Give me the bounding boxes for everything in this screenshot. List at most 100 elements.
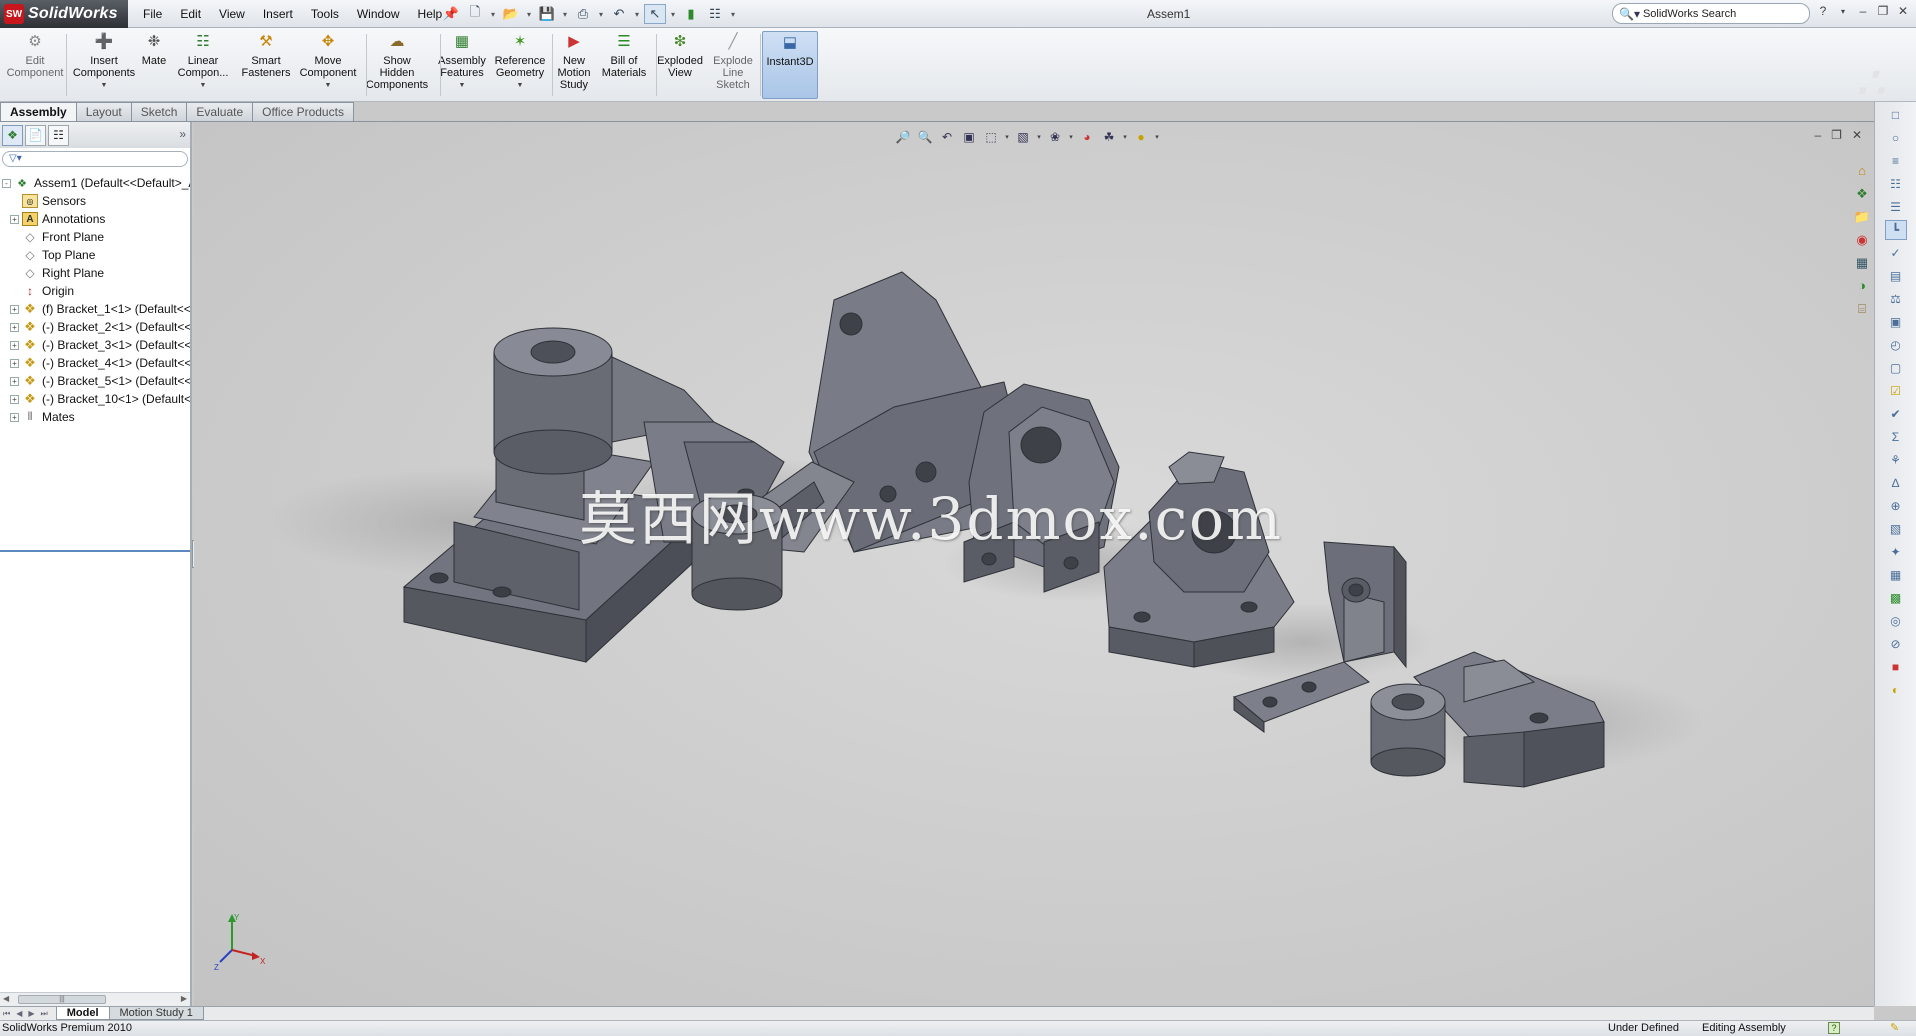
edit-appearance-icon[interactable]: ◕ [1078,128,1096,146]
menu-window[interactable]: Window [348,7,409,21]
expand-icon[interactable]: + [10,322,19,332]
file-explorer-icon[interactable]: 📁 [1852,206,1872,227]
task-pane-icon-24[interactable]: ⊘ [1885,634,1907,654]
tree-filter-input[interactable]: ▽▾ [2,151,188,167]
explode-line-sketch-button[interactable]: ╱ Explode Line Sketch [708,31,758,99]
menu-file[interactable]: File [134,7,171,21]
tree-item-part[interactable]: + ❖ (f) Bracket_1<1> (Default<< [0,300,190,318]
search-input[interactable]: SolidWorks Search [1643,8,1736,20]
display-style-icon[interactable]: ▧ [1014,128,1032,146]
tab-last-icon[interactable]: ⏭ [38,1009,51,1019]
appearances-icon[interactable]: ◑ [1852,275,1872,296]
task-pane-icon-18[interactable]: ⊕ [1885,496,1907,516]
task-pane-icon-8[interactable]: ▤ [1885,266,1907,286]
hide-show-dropdown-icon[interactable]: ▾ [1068,128,1074,146]
select-dropdown-icon[interactable]: ▾ [668,4,678,24]
mate-button[interactable]: ❉ Mate [140,31,168,99]
assembly-features-button[interactable]: ▦ Assembly Features ▼ [436,31,488,99]
dropdown-arrow-icon[interactable]: ▼ [459,80,466,92]
menu-edit[interactable]: Edit [171,7,210,21]
tree-item-plane[interactable]: ◇ Front Plane [0,228,190,246]
task-pane-icon-12[interactable]: ▢ [1885,358,1907,378]
task-pane-icon-19[interactable]: ▧ [1885,519,1907,539]
task-pane-icon-10[interactable]: ▣ [1885,312,1907,332]
dropdown-arrow-icon[interactable]: ▼ [101,80,108,92]
tree-item-part[interactable]: + ❖ (-) Bracket_5<1> (Default<< [0,372,190,390]
task-pane-icon-2[interactable]: ○ [1885,128,1907,148]
expand-icon[interactable]: + [10,412,19,422]
undo-icon[interactable]: ↶ [608,4,630,24]
open-dropdown-icon[interactable]: ▾ [524,4,534,24]
tree-item-part[interactable]: + ❖ (-) Bracket_4<1> (Default<< [0,354,190,372]
new-motion-study-button[interactable]: ▶ New Motion Study [554,31,594,99]
bottom-tab-motion-study-1[interactable]: Motion Study 1 [108,1007,204,1020]
expand-icon[interactable]: + [10,358,19,368]
search-box[interactable]: 🔍▾ SolidWorks Search [1612,3,1810,24]
expand-icon[interactable]: + [10,340,19,350]
dropdown-arrow-icon[interactable]: ▼ [325,80,332,92]
tree-item-sensor[interactable]: ◎ Sensors [0,192,190,210]
assembly-model[interactable] [194,122,1874,1006]
task-pane-icon-4[interactable]: ☷ [1885,174,1907,194]
select-pointer-icon[interactable]: ↖ [644,4,666,24]
task-pane-icon-16[interactable]: ⚘ [1885,450,1907,470]
quick-tips-help-icon[interactable]: ? [1828,1022,1840,1034]
options-icon[interactable]: ☷ [704,4,726,24]
tab-sketch[interactable]: Sketch [130,102,188,122]
view-settings-dropdown-icon[interactable]: ▾ [1154,128,1160,146]
linear-compon-button[interactable]: ☷ Linear Compon... ▼ [172,31,234,99]
tab-prev-icon[interactable]: ◀ [13,1009,25,1018]
minimize-icon[interactable]: – [1856,4,1870,18]
spell-check-icon[interactable]: ✓ [1885,243,1907,263]
view-orientation-icon[interactable]: ⬚ [982,128,1000,146]
save-dropdown-icon[interactable]: ▾ [560,4,570,24]
search-results-icon[interactable]: ◉ [1852,229,1872,250]
custom-properties-icon[interactable]: ⌸ [1852,298,1872,319]
move-component-button[interactable]: ✥ Move Component ▼ [296,31,360,99]
expand-icon[interactable]: + [10,304,19,314]
scroll-right-icon[interactable]: ▶ [181,994,187,1003]
task-pane-icon-23[interactable]: ◎ [1885,611,1907,631]
tab-first-icon[interactable]: ⏮ [0,1009,13,1019]
previous-view-icon[interactable]: ↶ [938,128,956,146]
menu-tools[interactable]: Tools [302,7,348,21]
expand-icon[interactable]: + [10,376,19,386]
collapse-icon[interactable]: - [2,178,11,188]
task-pane-icon-25[interactable]: ■ [1885,657,1907,677]
instant3d-button[interactable]: ⬓ Instant3D [762,31,818,99]
print-dropdown-icon[interactable]: ▾ [596,4,606,24]
section-view-icon[interactable]: ▣ [960,128,978,146]
bottom-tab-model[interactable]: Model [55,1007,110,1020]
task-pane-icon-11[interactable]: ◴ [1885,335,1907,355]
tab-assembly[interactable]: Assembly [0,102,77,122]
task-pane-icon-26[interactable]: ◐ [1885,680,1907,700]
scroll-thumb[interactable]: ||| [18,995,106,1004]
tab-office-products[interactable]: Office Products [252,102,354,122]
exploded-view-button[interactable]: ❇ Exploded View [654,31,706,99]
tree-item-part[interactable]: + ❖ (-) Bracket_10<1> (Default< [0,390,190,408]
reference-geometry-button[interactable]: ✶ Reference Geometry ▼ [490,31,550,99]
task-pane-icon-17[interactable]: ∆ [1885,473,1907,493]
help-icon[interactable]: ? [1816,4,1830,18]
task-pane-icon-9[interactable]: ⚖ [1885,289,1907,309]
billof-materials-button[interactable]: ☰ Bill of Materials [598,31,650,99]
close-icon[interactable]: ✕ [1896,4,1910,18]
solidworks-logo[interactable]: SW SolidWorks [0,0,128,28]
hide-show-items-icon[interactable]: ❀ [1046,128,1064,146]
view-orientation-dropdown-icon[interactable]: ▾ [1004,128,1010,146]
tree-item-plane[interactable]: ◇ Right Plane [0,264,190,282]
save-icon[interactable]: 💾 [536,4,558,24]
tab-next-icon[interactable]: ▶ [25,1009,37,1018]
zoom-to-area-icon[interactable]: 🔍 [916,128,934,146]
zoom-to-fit-icon[interactable]: 🔎 [894,128,912,146]
task-pane-icon-5[interactable]: ☰ [1885,197,1907,217]
home-icon[interactable]: ⌂ [1852,160,1872,181]
task-pane-icon-13[interactable]: ☑ [1885,381,1907,401]
property-manager-tab-icon[interactable]: 📄 [25,124,46,146]
tree-item-assembly[interactable]: - ❖ Assem1 (Default<<Default>_A| [0,174,190,192]
graphics-area[interactable]: 莫西网www.3dmox.com 🔎 🔍 ↶ ▣ ⬚ ▾ ▧ ▾ ❀ ▾ ◕ ☘… [194,122,1874,1006]
rebuild-icon[interactable]: ▮ [680,4,702,24]
tab-layout[interactable]: Layout [75,102,132,122]
task-pane-icon-20[interactable]: ✦ [1885,542,1907,562]
viewport-restore-icon[interactable]: ❐ [1831,128,1842,142]
